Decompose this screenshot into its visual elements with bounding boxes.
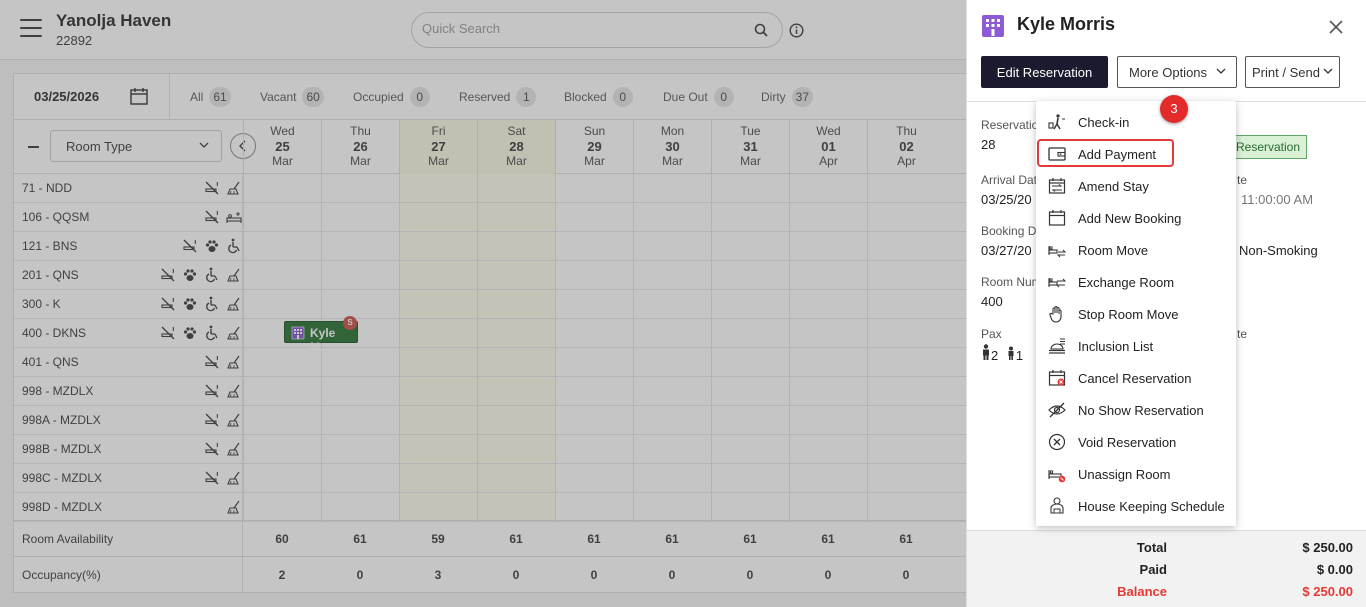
check-in-icon	[1048, 113, 1066, 131]
menu-item-label: House Keeping Schedule	[1078, 499, 1225, 514]
print-send-button[interactable]: Print / Send	[1245, 56, 1340, 88]
menu-item-label: Amend Stay	[1078, 179, 1149, 194]
pax-counts: 2 1	[981, 344, 1023, 363]
field-label: te	[1237, 327, 1248, 341]
chevron-down-icon	[1216, 68, 1226, 74]
inclusion-icon	[1048, 337, 1066, 355]
menu-item-label: Room Move	[1078, 243, 1149, 258]
step-badge: 3	[1160, 95, 1188, 123]
more-options-label: More Options	[1129, 65, 1208, 80]
bed-exchange-icon	[1048, 273, 1067, 291]
adult-icon	[983, 344, 989, 360]
print-send-label: Print / Send	[1252, 65, 1320, 80]
menu-item-label: Exchange Room	[1078, 275, 1175, 290]
menu-item-inclusion-list[interactable]: Inclusion List	[1036, 330, 1236, 362]
field-value: 28	[981, 137, 996, 152]
menu-item-room-move[interactable]: Room Move	[1036, 234, 1236, 266]
field-label: Room Num	[981, 275, 1042, 289]
menu-item-stop-room-move[interactable]: Stop Room Move	[1036, 298, 1236, 330]
menu-item-house-keeping-schedule[interactable]: House Keeping Schedule	[1036, 490, 1236, 522]
menu-item-label: No Show Reservation	[1078, 403, 1204, 418]
field-label: Arrival Dat	[981, 173, 1038, 187]
building-icon	[981, 14, 1005, 41]
menu-item-cancel-reservation[interactable]: Cancel Reservation	[1036, 362, 1236, 394]
pax-adults: 2	[991, 348, 999, 363]
chevron-down-icon	[1323, 68, 1333, 74]
total-value: $ 250.00	[1302, 540, 1353, 555]
total-label: Total	[1136, 540, 1167, 555]
field-value: 03/25/20	[981, 192, 1032, 207]
field-value: Non-Smoking	[1239, 243, 1318, 258]
eye-off-icon	[1048, 401, 1066, 419]
calendar-cancel-icon	[1048, 369, 1066, 387]
hand-stop-icon	[1048, 305, 1066, 323]
menu-item-label: Check-in	[1078, 115, 1130, 130]
menu-item-label: Void Reservation	[1078, 435, 1177, 450]
more-options-button[interactable]: More Options	[1117, 56, 1237, 88]
field-label: Booking Da	[981, 224, 1044, 238]
menu-item-add-new-booking[interactable]: Add New Booking	[1036, 202, 1236, 234]
bed-move-icon	[1048, 241, 1067, 259]
edit-reservation-button[interactable]: Edit Reservation	[981, 56, 1108, 88]
field-value: 11:00:00 AM	[1241, 192, 1314, 207]
menu-item-label: Unassign Room	[1078, 467, 1171, 482]
balance-value: $ 250.00	[1302, 584, 1353, 599]
menu-item-check-in[interactable]: Check-in	[1036, 106, 1236, 138]
menu-item-exchange-room[interactable]: Exchange Room	[1036, 266, 1236, 298]
field-label: Pax	[981, 327, 1002, 341]
menu-item-label: Stop Room Move	[1078, 307, 1179, 322]
menu-item-label: Add New Booking	[1078, 211, 1182, 226]
field-value: 03/27/20	[981, 243, 1032, 258]
pax-children: 1	[1015, 348, 1024, 363]
housekeeping-icon	[1048, 497, 1066, 515]
bed-unassign-icon	[1048, 465, 1066, 483]
menu-item-no-show-reservation[interactable]: No Show Reservation	[1036, 394, 1236, 426]
menu-item-label: Inclusion List	[1078, 339, 1154, 354]
field-value: 400	[981, 294, 1003, 309]
child-icon	[1008, 346, 1014, 360]
close-icon[interactable]	[1329, 20, 1343, 37]
field-label: te	[1237, 173, 1248, 187]
calendar-swap-icon	[1048, 177, 1066, 195]
paid-label: Paid	[1139, 562, 1167, 577]
menu-item-amend-stay[interactable]: Amend Stay	[1036, 170, 1236, 202]
app-root: Yanolja Haven 22892 03/25/2026 All61 Vac…	[0, 0, 1366, 607]
totals-section: Total $ 250.00 Paid $ 0.00 Balance $ 250…	[967, 530, 1366, 607]
menu-item-unassign-room[interactable]: Unassign Room	[1036, 458, 1236, 490]
calendar-icon	[1048, 209, 1066, 227]
menu-item-label: Cancel Reservation	[1078, 371, 1192, 386]
modal-backdrop[interactable]	[0, 0, 966, 607]
balance-label: Balance	[1117, 584, 1167, 599]
circle-x-icon	[1048, 433, 1066, 451]
menu-item-void-reservation[interactable]: Void Reservation	[1036, 426, 1236, 458]
paid-value: $ 0.00	[1316, 562, 1353, 577]
status-badge: Reservation	[1227, 135, 1307, 159]
highlight-box	[1037, 139, 1174, 167]
guest-name: Kyle Morris	[1017, 14, 1116, 34]
